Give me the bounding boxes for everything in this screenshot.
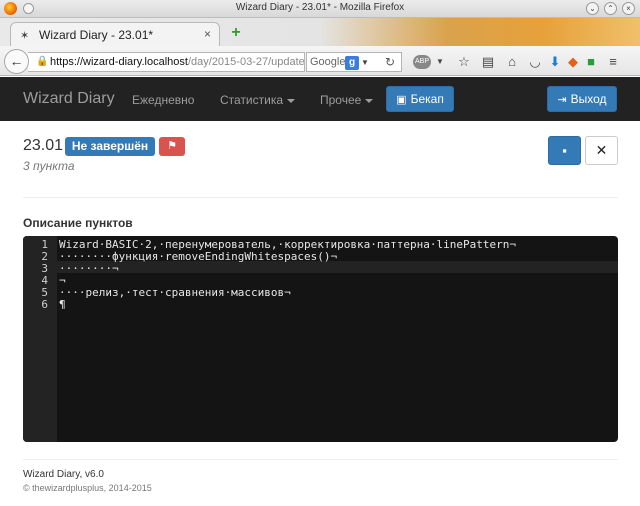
- logout-icon: ⇥: [557, 94, 567, 106]
- floppy-disk-icon: ▪: [562, 143, 567, 158]
- footer-copyright: © thewizardplusplus, 2014-2015: [23, 483, 152, 493]
- points-count: 3 пункта: [23, 159, 75, 173]
- footer-version: Wizard Diary, v6.0: [23, 469, 104, 480]
- brand-link[interactable]: Wizard Diary: [23, 90, 115, 108]
- menu-icon[interactable]: ≡: [606, 55, 620, 69]
- backup-button[interactable]: ▣ Бекап: [386, 86, 454, 112]
- nav-other-label: Прочее: [320, 93, 362, 107]
- back-button[interactable]: ←: [4, 49, 29, 74]
- tab-strip: ✶ Wizard Diary - 23.01* × +: [0, 18, 640, 46]
- nav-daily[interactable]: Ежедневно: [132, 93, 194, 107]
- main-content: 23.01 Не завершён ⚑ 3 пункта ▪ ✕ Описани…: [0, 121, 640, 506]
- flag-icon[interactable]: ⚑: [159, 137, 185, 156]
- divider: [23, 197, 618, 198]
- bookmark-star-icon[interactable]: ☆: [457, 55, 471, 69]
- day-title: 23.01: [23, 137, 64, 154]
- adblock-dropdown-icon[interactable]: ▼: [433, 55, 447, 69]
- window-title: Wizard Diary - 23.01* - Mozilla Firefox: [235, 2, 405, 13]
- line-number: 6: [41, 298, 48, 311]
- code-line: ····релиз,·тест·сравнения·массивов¬: [59, 286, 291, 299]
- backup-label: Бекап: [410, 92, 444, 106]
- home-icon[interactable]: ⌂: [505, 55, 519, 69]
- tab-close-icon[interactable]: ×: [204, 27, 211, 41]
- nav-stats-label: Статистика: [220, 93, 284, 107]
- logout-button[interactable]: ⇥ Выход: [547, 86, 617, 112]
- code-editor[interactable]: 1 2 3 4 5 6 Wizard·BASIC·2,·перенумерова…: [23, 236, 618, 442]
- browser-tab[interactable]: ✶ Wizard Diary - 23.01* ×: [10, 22, 220, 46]
- editor-gutter: 1 2 3 4 5 6: [23, 236, 57, 442]
- status-badge: Не завершён: [65, 137, 155, 156]
- nav-stats[interactable]: Статистика: [220, 93, 296, 107]
- search-engine-label: Google: [310, 56, 346, 68]
- app-navbar: Wizard Diary Ежедневно Статистика Прочее…: [0, 77, 640, 121]
- code-line: ¶: [59, 298, 66, 311]
- url-bar[interactable]: 🔒 https://wizard-diary.localhost/day/201…: [28, 52, 305, 72]
- google-icon: g: [345, 56, 359, 70]
- code-line: ········¬: [59, 262, 119, 275]
- wizard-hat-icon: ✶: [20, 30, 30, 42]
- addon-icon[interactable]: ◆: [566, 55, 580, 69]
- new-tab-icon[interactable]: +: [228, 25, 244, 42]
- backup-icon: ▣: [396, 94, 407, 106]
- minimize-icon[interactable]: ⌄: [586, 2, 599, 15]
- extension-icon[interactable]: ■: [584, 55, 598, 69]
- logout-label: Выход: [570, 92, 607, 106]
- search-bar[interactable]: Google g ▼ ↻: [306, 52, 402, 72]
- close-window-icon[interactable]: ×: [622, 2, 635, 15]
- section-title: Описание пунктов: [23, 216, 133, 230]
- caret-down-icon: [287, 98, 296, 103]
- pocket-icon[interactable]: ◡: [528, 55, 542, 69]
- maximize-icon[interactable]: ⌃: [604, 2, 617, 15]
- save-button[interactable]: ▪: [548, 136, 581, 165]
- nav-other[interactable]: Прочее: [320, 93, 374, 107]
- window-titlebar: Wizard Diary - 23.01* - Mozilla Firefox …: [0, 0, 640, 18]
- url-text: https://wizard-diary.localhost/day/2015-…: [50, 56, 305, 68]
- browser-toolbar: 🔒 https://wizard-diary.localhost/day/201…: [0, 46, 640, 76]
- search-dropdown-icon[interactable]: ▼: [361, 58, 369, 67]
- footer-divider: [23, 459, 618, 460]
- lock-icon: 🔒: [36, 56, 49, 67]
- caret-down-icon: [365, 98, 374, 103]
- reload-icon[interactable]: ↻: [385, 55, 395, 69]
- tab-label: Wizard Diary - 23.01*: [39, 28, 154, 42]
- close-icon: ✕: [595, 142, 608, 158]
- close-button[interactable]: ✕: [585, 136, 618, 165]
- adblock-icon[interactable]: ABP: [413, 55, 431, 69]
- download-icon[interactable]: ⬇: [548, 55, 562, 69]
- reading-list-icon[interactable]: ▤: [481, 55, 495, 69]
